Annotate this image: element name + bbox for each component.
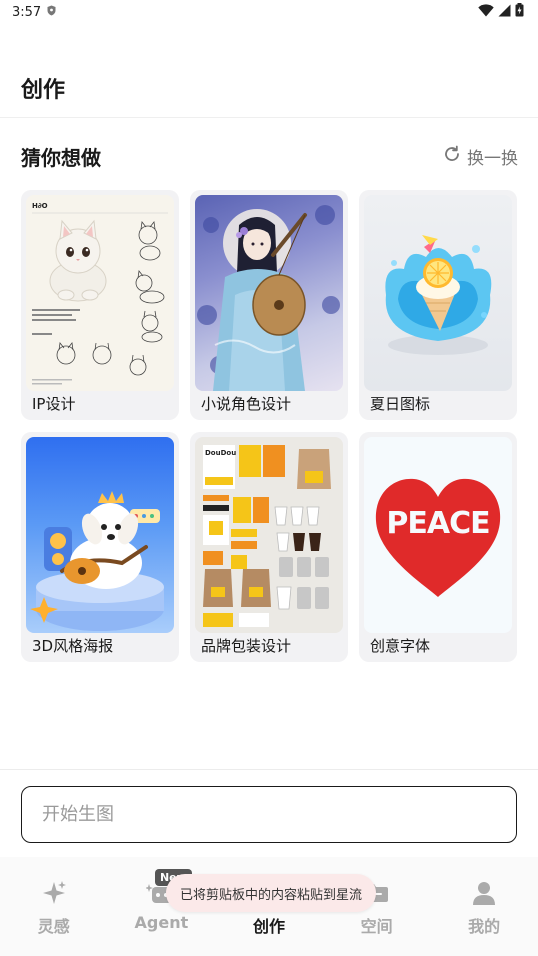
card-ip-design[interactable]: H∂O IP设计 bbox=[21, 190, 179, 420]
card-summer-icon[interactable]: 夏日图标 bbox=[359, 190, 517, 420]
tab-label: 空间 bbox=[360, 917, 393, 936]
tab-inspiration[interactable]: 灵感 bbox=[0, 857, 108, 956]
signal-icon bbox=[498, 4, 511, 21]
clipboard-toast: 已将剪贴板中的内容粘贴到星流 bbox=[166, 874, 377, 912]
novel-character-thumbnail bbox=[195, 195, 343, 391]
prompt-input[interactable] bbox=[21, 786, 517, 843]
tab-label: 我的 bbox=[468, 917, 501, 936]
battery-icon bbox=[515, 3, 524, 21]
refresh-label: 换一换 bbox=[467, 149, 518, 169]
card-label: IP设计 bbox=[32, 395, 76, 413]
person-icon bbox=[470, 879, 498, 907]
status-bar: 3:57 bbox=[0, 0, 538, 24]
wifi-icon bbox=[478, 3, 494, 21]
title-divider bbox=[0, 117, 538, 118]
card-label: 3D风格海报 bbox=[32, 637, 114, 655]
shield-icon bbox=[47, 5, 56, 20]
ip-design-illustration: H∂O bbox=[32, 202, 168, 385]
card-label: 夏日图标 bbox=[370, 395, 431, 413]
status-left: 3:57 bbox=[12, 5, 56, 20]
tab-profile[interactable]: 我的 bbox=[430, 857, 538, 956]
card-novel-character[interactable]: 小说角色设计 bbox=[190, 190, 348, 420]
card-3d-poster[interactable]: 3D风格海报 bbox=[21, 432, 179, 662]
status-time: 3:57 bbox=[12, 4, 42, 20]
page-title: 创作 bbox=[21, 78, 66, 103]
refresh-icon bbox=[443, 145, 461, 168]
3d-poster-illustration bbox=[30, 491, 164, 631]
suggestion-grid: H∂O IP设计 小说角色设计 夏日图标 3D风格海报 DouDou 品牌包装设… bbox=[21, 190, 517, 662]
tab-label: 创作 bbox=[252, 917, 285, 936]
section-title: 猜你想做 bbox=[21, 146, 101, 170]
peace-word-text: PEACE bbox=[386, 506, 489, 541]
card-creative-typography[interactable]: PEACE 创意字体 bbox=[359, 432, 517, 662]
bottom-divider bbox=[0, 769, 538, 770]
ip-design-thumbnail: H∂O bbox=[26, 195, 174, 391]
toast-message: 已将剪贴板中的内容粘贴到星流 bbox=[180, 887, 363, 903]
brand-name-text: DouDou bbox=[205, 449, 236, 457]
card-brand-packaging[interactable]: DouDou 品牌包装设计 bbox=[190, 432, 348, 662]
card-label: 品牌包装设计 bbox=[201, 637, 292, 655]
ip-brand-text: H∂O bbox=[32, 202, 48, 210]
sparkle-icon bbox=[40, 879, 68, 907]
summer-icon-illustration bbox=[385, 235, 492, 355]
3d-poster-thumbnail bbox=[26, 437, 174, 633]
status-right bbox=[478, 3, 524, 21]
novel-character-illustration bbox=[197, 205, 340, 391]
creative-typography-thumbnail: PEACE bbox=[364, 437, 512, 633]
brand-packaging-thumbnail: DouDou bbox=[195, 437, 343, 633]
card-label: 小说角色设计 bbox=[201, 395, 292, 413]
brand-packaging-illustration: DouDou bbox=[203, 445, 331, 627]
refresh-button[interactable]: 换一换 bbox=[443, 144, 518, 169]
tab-label: Agent bbox=[134, 913, 189, 932]
card-label: 创意字体 bbox=[370, 637, 431, 655]
summer-icon-thumbnail bbox=[364, 195, 512, 391]
creative-typography-illustration: PEACE bbox=[375, 478, 501, 597]
tab-label: 灵感 bbox=[37, 917, 70, 936]
